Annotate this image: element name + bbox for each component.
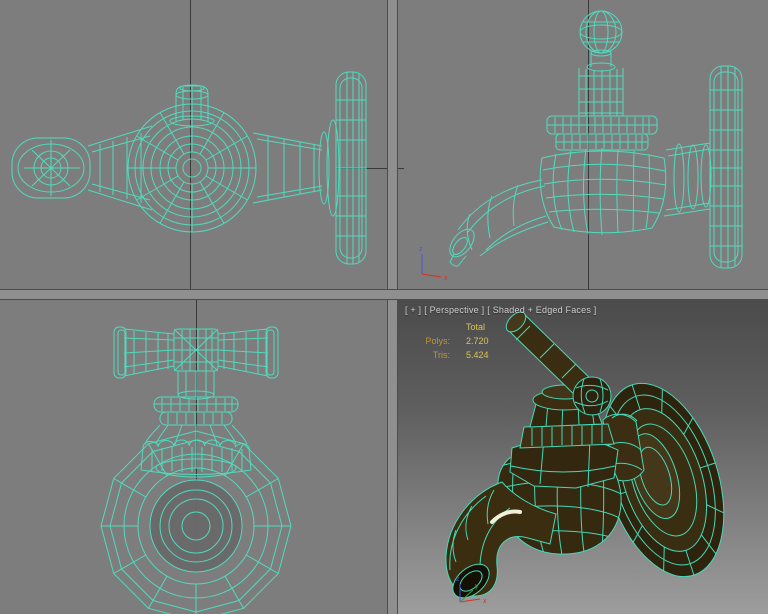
shaded-faucet[interactable]: [446, 309, 746, 605]
top-view-wireframe[interactable]: [0, 0, 387, 289]
horizontal-splitter[interactable]: [0, 289, 768, 300]
viewport-front-view[interactable]: [0, 298, 387, 614]
axis-x-label: x: [444, 275, 448, 282]
faucet-wireframe-top[interactable]: [12, 72, 366, 264]
stats-polys-label: Polys:: [408, 334, 450, 348]
viewport-label: [ + ][ Perspective ][ Shaded + Edged Fac…: [405, 305, 599, 315]
vertical-splitter[interactable]: [387, 0, 398, 614]
axis-z-label: z: [456, 576, 460, 583]
faucet-wireframe-side[interactable]: [445, 11, 742, 268]
viewport-perspective[interactable]: z y x [ + ][ Perspective ][ Shaded + Edg…: [396, 298, 768, 614]
front-view-wireframe[interactable]: [0, 298, 387, 614]
stats-total-header: Total: [466, 320, 485, 334]
viewport-top-view[interactable]: [0, 0, 387, 289]
axis-x-label: x: [483, 598, 487, 605]
viewport-side-view[interactable]: z x: [396, 0, 768, 289]
world-axis-lines: [396, 0, 589, 289]
stats-polys-value: 2.720: [466, 334, 489, 348]
axis-y-label: y: [475, 583, 479, 590]
viewport-menu-shading[interactable]: [ Shaded + Edged Faces ]: [487, 305, 596, 315]
viewport-grid: z x: [0, 0, 768, 614]
viewport-menu-general[interactable]: [ + ]: [405, 305, 421, 315]
axis-gizmo: z x: [419, 246, 448, 282]
statistics-overlay: Total Polys: 2.720 Tris: 5.424: [408, 320, 489, 362]
viewport-menu-pov[interactable]: [ Perspective ]: [424, 305, 484, 315]
axis-z-label: z: [419, 246, 423, 253]
side-view-wireframe[interactable]: z x: [396, 0, 768, 289]
stats-tris-label: Tris:: [408, 348, 450, 362]
stats-tris-value: 5.424: [466, 348, 489, 362]
